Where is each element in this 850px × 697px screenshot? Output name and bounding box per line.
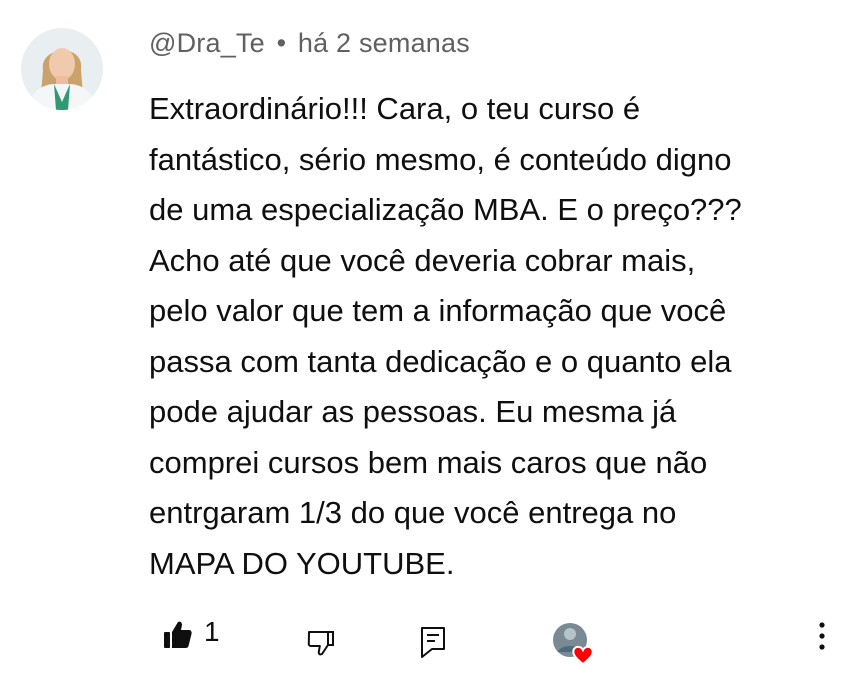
more-options-button[interactable] xyxy=(808,616,836,656)
creator-heart-icon xyxy=(553,623,594,666)
comment-timestamp[interactable]: há 2 semanas xyxy=(298,28,470,58)
comment-text: Extraordinário!!! Cara, o teu curso é fa… xyxy=(149,91,742,581)
avatar-image xyxy=(21,28,103,110)
thumbs-down-icon xyxy=(307,631,334,656)
creator-heart-badge xyxy=(550,620,600,666)
comment-actions: 1 xyxy=(0,610,850,670)
reply-comment-icon xyxy=(421,627,445,658)
dislike-button[interactable] xyxy=(304,626,338,660)
like-button[interactable] xyxy=(160,618,194,652)
thumbs-up-icon xyxy=(164,621,192,648)
comment-thread: @Dra_Te • há 2 semanas Extraordinário!!!… xyxy=(0,0,850,697)
more-vertical-icon xyxy=(819,622,825,650)
avatar[interactable] xyxy=(21,28,103,110)
like-count: 1 xyxy=(204,616,220,647)
comment-header: @Dra_Te • há 2 semanas xyxy=(149,28,470,59)
meta-separator: • xyxy=(276,28,287,58)
reply-button[interactable] xyxy=(416,624,450,660)
author-name[interactable]: @Dra_Te xyxy=(149,28,265,58)
